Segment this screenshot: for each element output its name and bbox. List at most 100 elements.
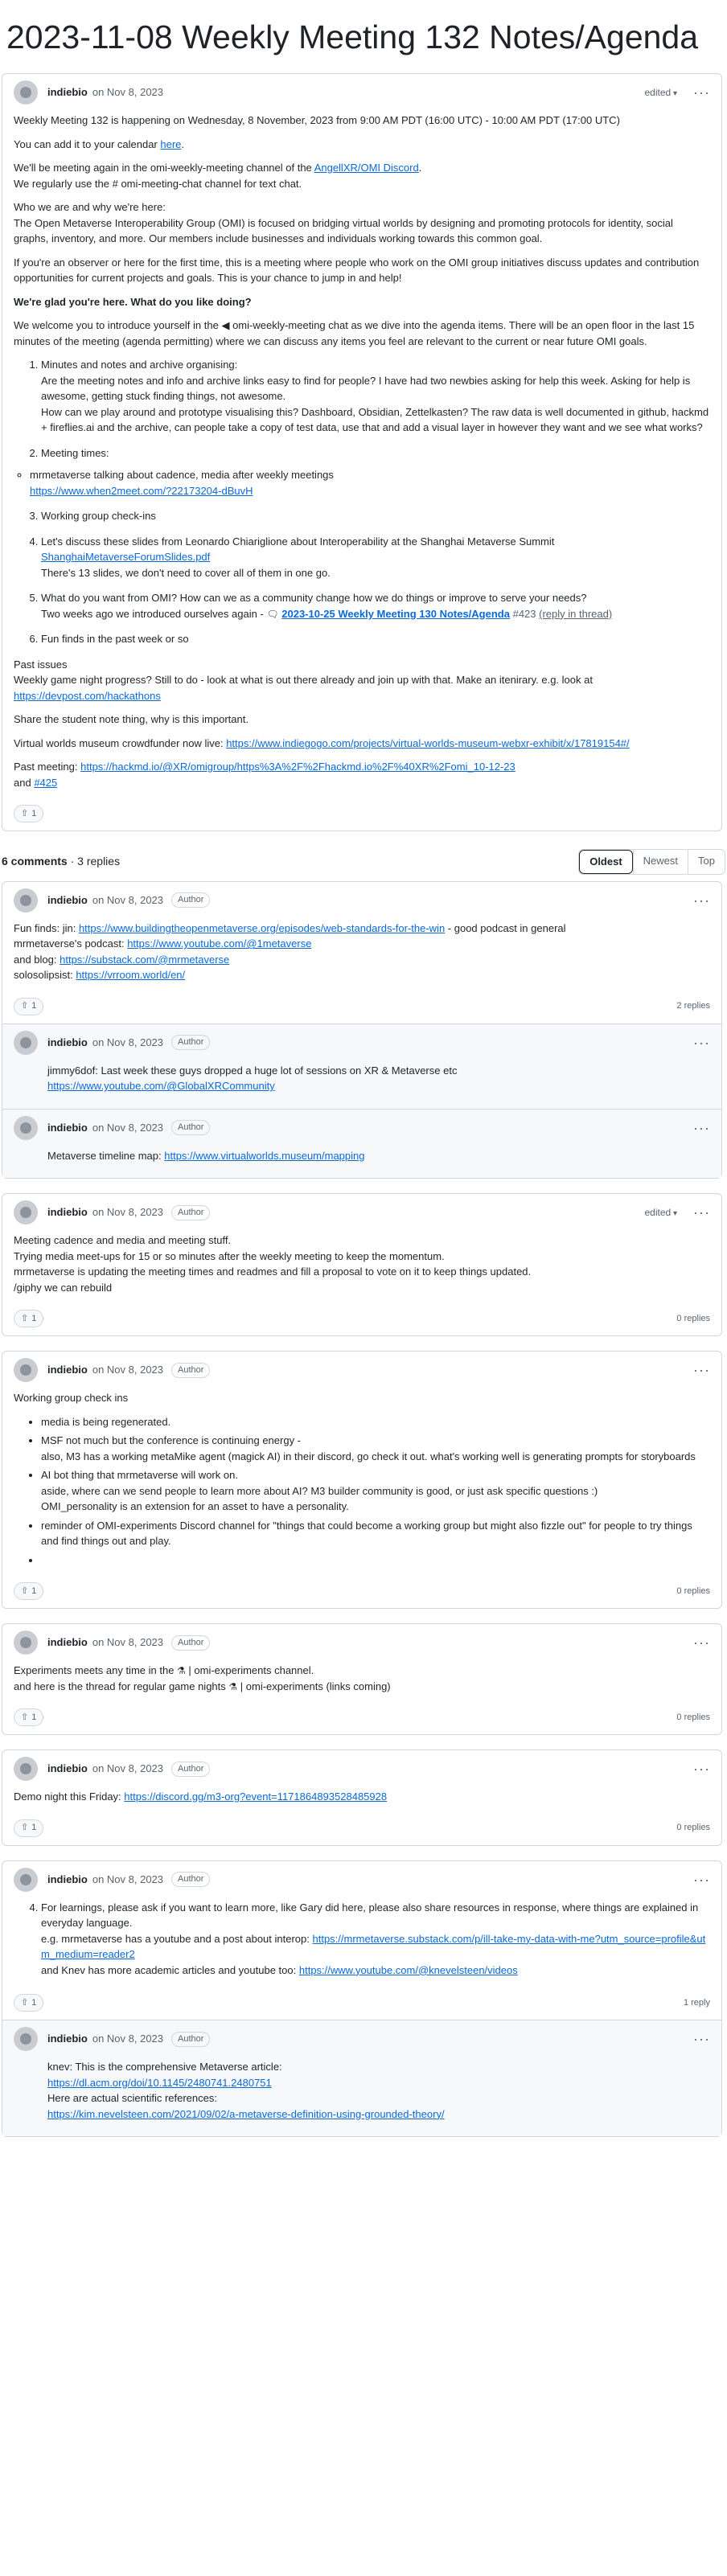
author-name[interactable]: indiebio [47, 84, 88, 100]
comment: indiebio on Nov 8, 2023 Author ··· Demo … [2, 1749, 722, 1846]
blog-link[interactable]: https://substack.com/@mrmetaverse [60, 954, 229, 966]
youtube-link[interactable]: https://www.youtube.com/@1metaverse [127, 937, 311, 950]
upvote-button[interactable]: ⇧ 1 [14, 997, 44, 1015]
upvote-count: 1 [31, 1997, 37, 2008]
more-options-icon[interactable]: ··· [693, 1635, 710, 1650]
timeline-map-link[interactable]: https://www.virtualworlds.museum/mapping [164, 1150, 364, 1162]
student-note: Share the student note thing, why is thi… [14, 713, 248, 726]
list-item: AI bot thing that mrmetaverse will work … [41, 1467, 710, 1515]
devpost-link[interactable]: https://devpost.com/hackathons [14, 690, 161, 702]
comment-date[interactable]: on Nov 8, 2023 [92, 1204, 163, 1220]
calendar-link[interactable]: here [160, 138, 181, 150]
sort-top-button[interactable]: Top [688, 850, 725, 874]
author-name[interactable]: indiebio [47, 1872, 88, 1888]
more-options-icon[interactable]: ··· [693, 1873, 710, 1887]
avatar[interactable] [14, 1358, 38, 1383]
reply-date[interactable]: on Nov 8, 2023 [92, 2031, 163, 2047]
sort-oldest-button[interactable]: Oldest [579, 850, 633, 874]
author-name[interactable]: indiebio [47, 1635, 88, 1651]
upvote-count: 1 [31, 1823, 37, 1833]
arrow-up-icon: ⇧ [21, 808, 29, 818]
author-name[interactable]: indiebio [47, 1204, 88, 1220]
author-name[interactable]: indiebio [47, 1362, 88, 1378]
comment-header: indiebio on Nov 8, 2023 Author ··· [2, 1624, 721, 1659]
flask-icon: ⚗ [177, 1665, 186, 1677]
avatar[interactable] [14, 80, 38, 105]
text: mrmetaverse's podcast: [14, 937, 128, 950]
reply-count[interactable]: 0 replies [676, 1312, 710, 1326]
upvote-button[interactable]: ⇧ 1 [14, 805, 44, 823]
vrroom-link[interactable]: https://vrroom.world/en/ [76, 969, 185, 981]
reply-in-thread-link[interactable]: (reply in thread) [539, 608, 612, 620]
comment-body: Fun finds: jin: https://www.buildingtheo… [2, 917, 721, 998]
podcast-link[interactable]: https://www.buildingtheopenmetaverse.org… [79, 922, 445, 934]
more-options-icon[interactable]: ··· [693, 1363, 710, 1377]
avatar[interactable] [14, 1631, 38, 1655]
agenda-item: Let's discuss these slides from Leonardo… [41, 534, 710, 581]
observer-note: If you're an observer or here for the fi… [14, 256, 700, 285]
comment-date[interactable]: on Nov 8, 2023 [92, 1872, 163, 1888]
upvote-button[interactable]: ⇧ 1 [14, 1994, 44, 2012]
post-header: indiebio on Nov 8, 2023 edited ··· [2, 74, 721, 109]
arrow-up-icon: ⇧ [21, 1823, 29, 1833]
original-post: indiebio on Nov 8, 2023 edited ··· Weekl… [2, 73, 722, 832]
more-options-icon[interactable]: ··· [693, 1205, 710, 1220]
upvote-button[interactable]: ⇧ 1 [14, 1582, 44, 1601]
text: Trying media meet-ups for 15 or so minut… [14, 1249, 445, 1262]
avatar[interactable] [14, 1200, 38, 1225]
author-name[interactable]: indiebio [47, 892, 88, 909]
avatar[interactable] [14, 1757, 38, 1782]
when2meet-link[interactable]: https://www.when2meet.com/?22173204-dBuv… [30, 485, 253, 497]
comment-header: indiebio on Nov 8, 2023 Author ··· [2, 1861, 721, 1897]
reply-count[interactable]: 2 replies [676, 999, 710, 1013]
avatar[interactable] [14, 1115, 38, 1140]
knev-youtube-link[interactable]: https://www.youtube.com/@knevelsteen/vid… [299, 1964, 518, 1976]
more-options-icon[interactable]: ··· [693, 1036, 710, 1050]
discussion-link[interactable]: 2023-10-25 Weekly Meeting 130 Notes/Agen… [281, 608, 510, 620]
comment-date[interactable]: on Nov 8, 2023 [92, 1761, 163, 1777]
author-name[interactable]: indiebio [47, 1035, 88, 1051]
more-options-icon[interactable]: ··· [693, 85, 710, 100]
globalxr-link[interactable]: https://www.youtube.com/@GlobalXRCommuni… [47, 1080, 275, 1092]
text: We'll be meeting again in the omi-weekly… [14, 162, 314, 174]
edited-dropdown[interactable]: edited [645, 85, 678, 100]
text: Demo night this Friday: [14, 1790, 125, 1803]
text: Weekly game night progress? Still to do … [14, 674, 593, 687]
avatar[interactable] [14, 1867, 38, 1892]
upvote-button[interactable]: ⇧ 1 [14, 1819, 44, 1837]
discord-event-link[interactable]: https://discord.gg/m3-org?event=11718648… [124, 1790, 387, 1803]
museum-link[interactable]: https://www.indiegogo.com/projects/virtu… [226, 737, 629, 749]
avatar[interactable] [14, 888, 38, 913]
reply-count[interactable]: 1 reply [684, 1996, 710, 2010]
sort-newest-button[interactable]: Newest [632, 850, 688, 874]
comment-date[interactable]: on Nov 8, 2023 [92, 1635, 163, 1651]
more-options-icon[interactable]: ··· [693, 1762, 710, 1776]
avatar[interactable] [14, 2027, 38, 2052]
reply-count[interactable]: 0 replies [676, 1711, 710, 1725]
author-name[interactable]: indiebio [47, 1761, 88, 1777]
post-date[interactable]: on Nov 8, 2023 [92, 84, 163, 100]
more-options-icon[interactable]: ··· [693, 1121, 710, 1135]
arrow-up-icon: ⇧ [21, 1001, 29, 1011]
comment-count: 6 comments · 3 replies [2, 853, 120, 870]
reply-count[interactable]: 0 replies [676, 1821, 710, 1835]
author-name[interactable]: indiebio [47, 1120, 88, 1136]
nevelsteen-link[interactable]: https://kim.nevelsteen.com/2021/09/02/a-… [47, 2108, 445, 2120]
comment-date[interactable]: on Nov 8, 2023 [92, 892, 163, 909]
discord-link[interactable]: AngellXR/OMI Discord [314, 162, 419, 174]
slides-link[interactable]: ShanghaiMetaverseForumSlides.pdf [41, 551, 210, 563]
reply-count[interactable]: 0 replies [676, 1585, 710, 1598]
more-options-icon[interactable]: ··· [693, 2032, 710, 2046]
acm-link[interactable]: https://dl.acm.org/doi/10.1145/2480741.2… [47, 2077, 272, 2089]
upvote-button[interactable]: ⇧ 1 [14, 1310, 44, 1328]
past-meeting-link[interactable]: https://hackmd.io/@XR/omigroup/https%3A%… [80, 761, 515, 773]
reply-date[interactable]: on Nov 8, 2023 [92, 1120, 163, 1136]
comment-date[interactable]: on Nov 8, 2023 [92, 1362, 163, 1378]
reply-date[interactable]: on Nov 8, 2023 [92, 1035, 163, 1051]
issue-link[interactable]: #425 [34, 777, 57, 789]
more-options-icon[interactable]: ··· [693, 893, 710, 908]
edited-dropdown[interactable]: edited [645, 1205, 678, 1220]
upvote-button[interactable]: ⇧ 1 [14, 1708, 44, 1727]
avatar[interactable] [14, 1030, 38, 1055]
author-name[interactable]: indiebio [47, 2031, 88, 2047]
